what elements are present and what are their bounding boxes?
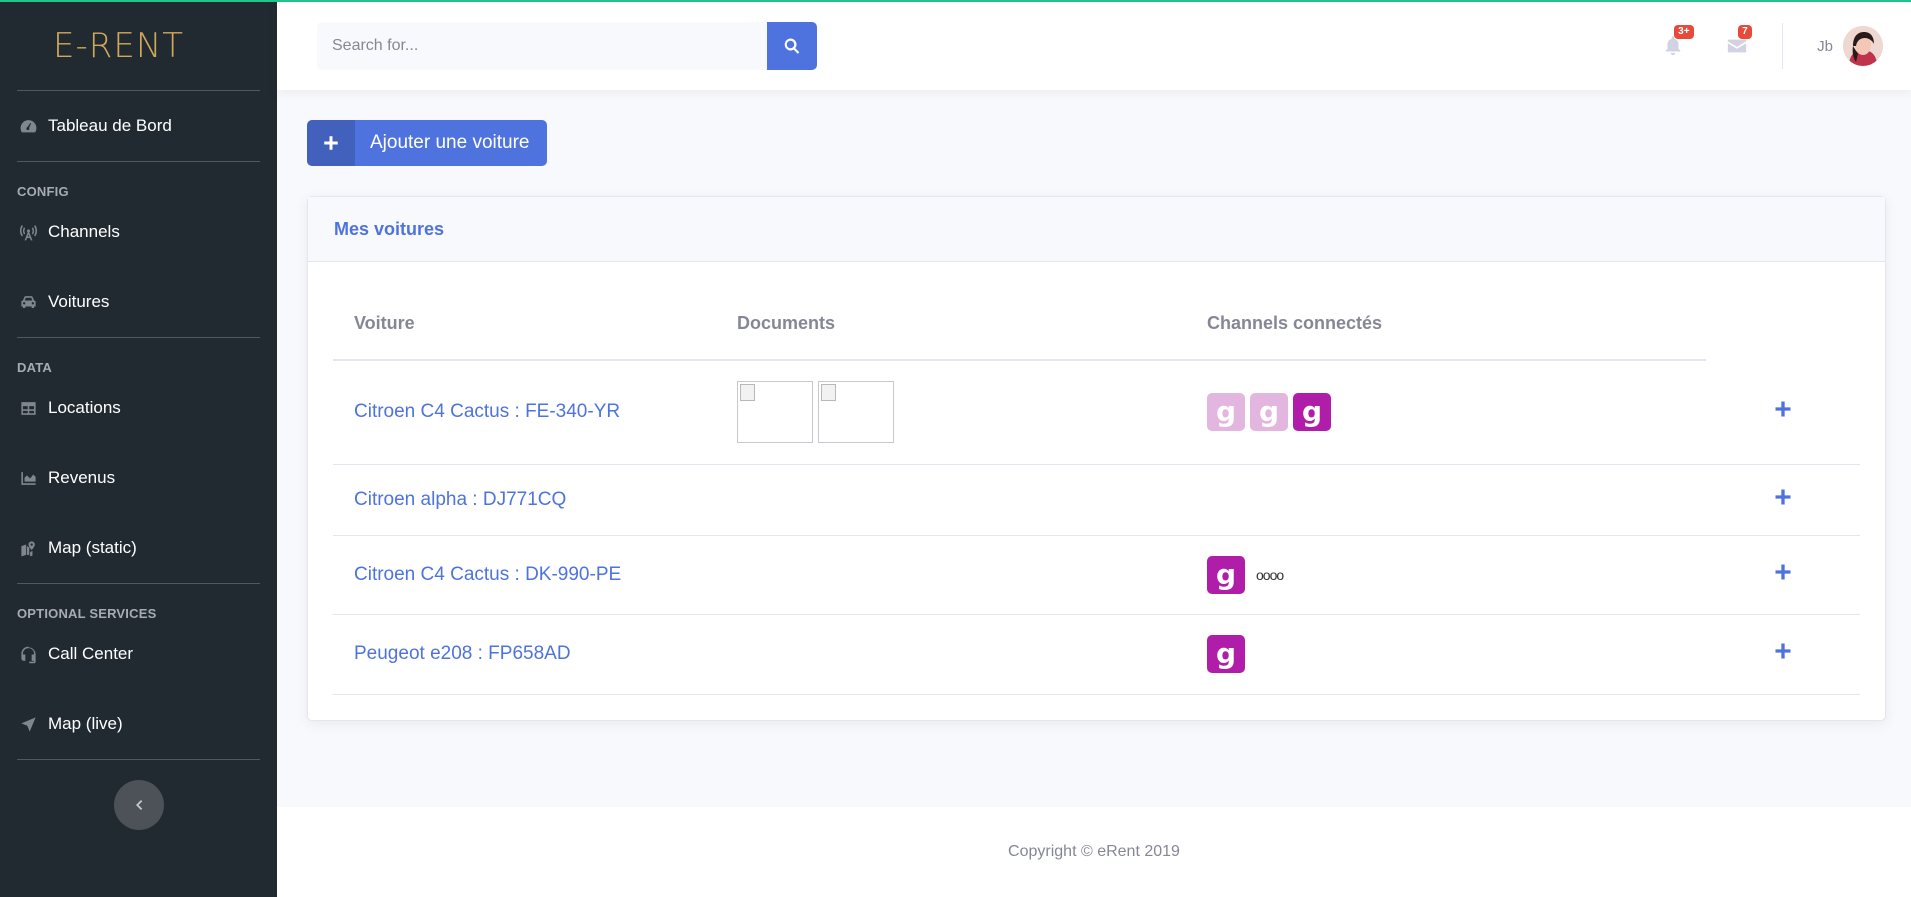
cars-card: Mes voitures Voiture Documents Channels … [307, 196, 1886, 721]
sidebar-item-label: Locations [48, 398, 121, 417]
sidebar: E-RENT Tableau de Bord CONFIG Channels V… [0, 2, 277, 897]
add-channel-button[interactable] [1773, 487, 1793, 507]
alerts-button[interactable]: 3+ [1662, 25, 1694, 57]
search-button[interactable] [767, 22, 817, 70]
topbar: 3+ 7 Jb [277, 2, 1911, 90]
chevron-left-icon [135, 800, 142, 810]
column-header-documents: Documents [716, 288, 1186, 361]
sidebar-item-label: Channels [48, 222, 120, 241]
cars-table: Voiture Documents Channels connectés Cit… [333, 288, 1860, 695]
table-row: Citroen C4 Cactus : DK-990-PE g oooo [333, 535, 1860, 615]
search-icon [784, 38, 800, 54]
plus-icon [1775, 401, 1791, 417]
table-row: Citroen C4 Cactus : FE-340-YR g g g [333, 360, 1860, 465]
card-title: Mes voitures [308, 197, 1885, 262]
sidebar-item-label: Map (live) [48, 714, 123, 733]
area-chart-icon [17, 469, 39, 488]
map-icon [17, 539, 39, 558]
sidebar-toggle-button[interactable] [113, 780, 164, 830]
copyright-text: Copyright © eRent 2019 [1008, 843, 1180, 860]
sidebar-item-label: Voitures [48, 292, 110, 311]
getaround-channel-icon: g [1293, 393, 1331, 432]
sidebar-item-voitures[interactable]: Voitures [0, 267, 277, 337]
card-body: Voiture Documents Channels connectés Cit… [308, 262, 1885, 720]
messages-badge: 7 [1738, 25, 1752, 39]
car-link[interactable]: Citroen alpha : DJ771CQ [354, 489, 566, 510]
table-row: Citroen alpha : DJ771CQ [333, 464, 1860, 536]
sidebar-divider [17, 583, 260, 584]
plus-icon [1775, 564, 1791, 579]
sidebar-item-call-center[interactable]: Call Center [0, 619, 277, 689]
column-header-voiture: Voiture [333, 288, 716, 361]
sidebar-item-map-live[interactable]: Map (live) [0, 689, 277, 759]
plus-icon [1775, 489, 1791, 504]
add-channel-button[interactable] [1773, 399, 1793, 419]
sidebar-item-map-static[interactable]: Map (static) [0, 513, 277, 583]
avatar [1843, 26, 1883, 66]
tachometer-icon [17, 117, 39, 136]
sidebar-item-label: Call Center [48, 644, 134, 663]
user-name: Jb [1817, 37, 1833, 55]
getaround-channel-icon: g [1207, 635, 1245, 673]
channels-list: g oooo [1207, 555, 1706, 594]
sidebar-item-locations[interactable]: Locations [0, 373, 277, 443]
headset-icon [17, 645, 39, 664]
user-menu[interactable]: Jb [1817, 26, 1883, 66]
channels-list: g g g [1207, 393, 1706, 432]
broadcast-tower-icon [17, 223, 39, 242]
footer: Copyright © eRent 2019 [277, 807, 1911, 897]
add-car-button-label: Ajouter une voiture [370, 132, 530, 153]
sidebar-divider [17, 337, 260, 338]
sidebar-divider [17, 161, 260, 162]
car-icon [17, 293, 39, 312]
sidebar-item-label: Map (static) [48, 538, 137, 557]
alerts-badge: 3+ [1674, 25, 1694, 39]
car-link[interactable]: Citroen C4 Cactus : DK-990-PE [354, 564, 621, 585]
getaround-channel-icon: g [1207, 555, 1245, 594]
getaround-channel-icon: g [1207, 393, 1245, 432]
column-header-channels: Channels connectés [1186, 288, 1706, 361]
main-area: 3+ 7 Jb [277, 2, 1911, 897]
sidebar-item-label: Tableau de Bord [48, 116, 172, 135]
car-link[interactable]: Citroen C4 Cactus : FE-340-YR [354, 401, 620, 422]
search-input[interactable] [317, 22, 767, 70]
getaround-channel-icon: g [1250, 393, 1288, 432]
plus-icon [1775, 643, 1791, 659]
sidebar-item-revenus[interactable]: Revenus [0, 443, 277, 513]
search-group [317, 22, 817, 70]
location-arrow-icon [17, 715, 39, 734]
audi-rings-channel-icon: oooo [1256, 566, 1284, 583]
sidebar-item-channels[interactable]: Channels [0, 197, 277, 267]
document-thumbnail[interactable] [818, 381, 894, 444]
car-link[interactable]: Peugeot e208 : FP658AD [354, 643, 571, 664]
brand-logo[interactable]: E-RENT [0, 2, 277, 90]
documents-list [737, 381, 1186, 444]
topbar-divider [1782, 23, 1784, 69]
sidebar-divider [17, 759, 260, 760]
messages-button[interactable]: 7 [1726, 25, 1752, 57]
table-header-row: Voiture Documents Channels connectés [333, 288, 1860, 361]
page-content: Ajouter une voiture Mes voitures Voiture… [277, 90, 1911, 807]
table-row: Peugeot e208 : FP658AD g [333, 614, 1860, 695]
column-header-actions [1706, 288, 1860, 360]
table-icon [17, 399, 39, 418]
add-channel-button[interactable] [1773, 562, 1793, 582]
plus-icon [307, 120, 355, 166]
channels-list: g [1207, 635, 1706, 673]
sidebar-toggle-wrap [0, 780, 277, 830]
add-channel-button[interactable] [1773, 641, 1793, 661]
topbar-icons: 3+ 7 Jb [1662, 2, 1911, 90]
sidebar-item-label: Revenus [48, 468, 116, 487]
sidebar-item-tableau-de-bord[interactable]: Tableau de Bord [0, 91, 277, 161]
document-thumbnail[interactable] [737, 381, 813, 444]
add-car-button[interactable]: Ajouter une voiture [307, 120, 547, 166]
